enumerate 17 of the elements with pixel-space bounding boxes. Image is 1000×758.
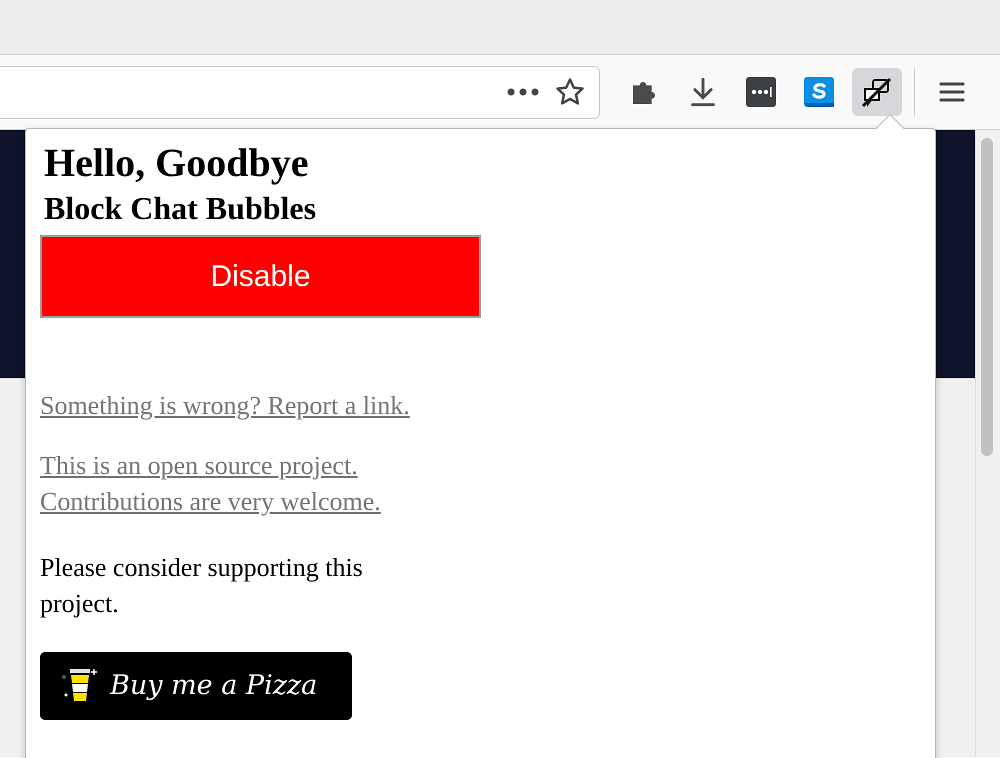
extension-title: Hello, Goodbye: [44, 141, 310, 185]
menu-icon: [939, 81, 965, 103]
address-field[interactable]: [0, 66, 600, 118]
star-icon[interactable]: [555, 77, 585, 107]
more-icon[interactable]: [507, 88, 539, 96]
extension-subtitle: Block Chat Bubbles: [44, 189, 318, 228]
report-link[interactable]: Something is wrong? Report a link.: [40, 388, 480, 424]
support-text: Please consider supporting this project.: [40, 552, 364, 620]
crossed-chat-icon: [860, 75, 894, 109]
s-logo-icon: [804, 77, 834, 107]
scrollbar[interactable]: [975, 130, 1000, 757]
disable-button[interactable]: Disable: [40, 235, 481, 318]
open-source-link[interactable]: This is an open source project. Contributions are very welcome.: [40, 448, 480, 520]
download-icon: [689, 77, 717, 107]
password-manager-icon: [746, 77, 776, 107]
donate-button[interactable]: Buy me a Pizza: [40, 652, 352, 720]
extension-button[interactable]: [852, 68, 902, 116]
